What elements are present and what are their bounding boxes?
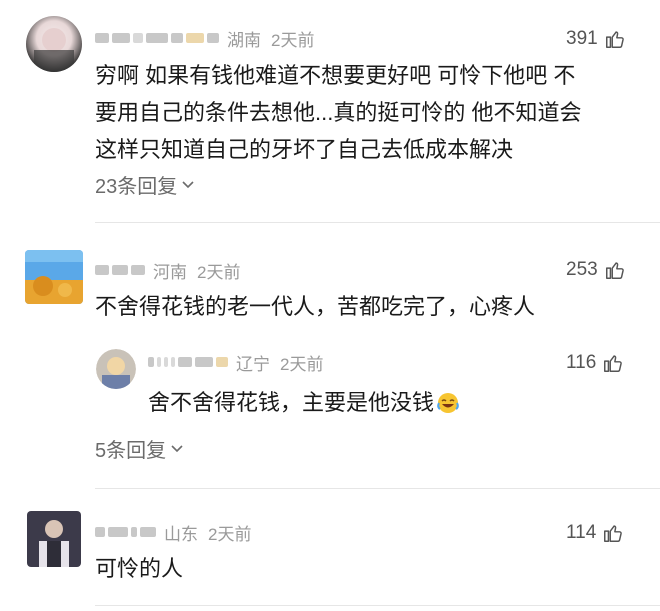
- timestamp: 2天前: [197, 262, 241, 282]
- replies-label: 23条回复: [95, 176, 178, 198]
- avatar-image: [34, 28, 74, 72]
- like-button[interactable]: 253: [566, 259, 626, 281]
- avatar-image: [96, 349, 136, 389]
- comment-meta: 河南 2天前: [95, 256, 240, 284]
- avatar[interactable]: [26, 16, 82, 72]
- like-button[interactable]: 114: [566, 522, 624, 544]
- like-count: 391: [566, 28, 598, 49]
- timestamp: 2天前: [271, 30, 315, 50]
- view-replies-button[interactable]: 5条回复: [95, 434, 184, 463]
- avatar-image: [27, 511, 81, 567]
- crying-laughing-emoji-icon: [436, 391, 460, 415]
- thumbs-up-icon: [604, 28, 626, 50]
- divider: [95, 488, 660, 489]
- comment-text: 可怜的人: [95, 556, 184, 581]
- location: 湖南: [227, 30, 261, 50]
- avatar[interactable]: [25, 250, 83, 304]
- comment-text: 穷啊 如果有钱他难道不想要更好吧 可怜下他吧 不 要用自己的条件去想他...真的…: [95, 57, 581, 168]
- chevron-down-icon: [181, 178, 195, 192]
- location: 山东: [164, 524, 198, 544]
- username-blurred[interactable]: [95, 33, 219, 43]
- comment-text: 不舍得花钱的老一代人，苦都吃完了，心疼人: [95, 294, 536, 319]
- divider: [95, 222, 660, 223]
- thumbs-up-icon: [604, 259, 626, 281]
- username-blurred[interactable]: [95, 265, 145, 275]
- reply-like-button[interactable]: 116: [566, 352, 624, 374]
- comment-text-line: 穷啊 如果有钱他难道不想要更好吧 可怜下他吧 不: [95, 63, 576, 88]
- like-count: 114: [566, 522, 597, 543]
- thumbs-up-icon: [602, 352, 624, 374]
- location: 辽宁: [236, 354, 270, 374]
- thumbs-up-icon: [602, 522, 624, 544]
- divider: [95, 605, 660, 606]
- replies-label: 5条回复: [95, 440, 167, 462]
- reply-text-content: 舍不舍得花钱，主要是他没钱: [148, 390, 435, 415]
- like-button[interactable]: 391: [566, 28, 626, 50]
- timestamp: 2天前: [280, 354, 324, 374]
- reply-avatar[interactable]: [96, 349, 136, 389]
- location: 河南: [153, 262, 187, 282]
- like-count: 116: [566, 352, 597, 373]
- reply-text: 舍不舍得花钱，主要是他没钱: [148, 384, 460, 421]
- timestamp: 2天前: [208, 524, 252, 544]
- comment-meta: 湖南 2天前: [95, 24, 314, 52]
- comment-text-line: 这样只知道自己的牙坏了自己去低成本解决: [95, 137, 514, 162]
- avatar[interactable]: [27, 511, 81, 567]
- username-blurred[interactable]: [148, 357, 228, 367]
- avatar-image: [25, 250, 83, 304]
- chevron-down-icon: [170, 442, 184, 456]
- comment-text-line: 要用自己的条件去想他...真的挺可怜的 他不知道会: [95, 100, 582, 125]
- comment-meta: 山东 2天前: [95, 518, 251, 546]
- like-count: 253: [566, 259, 598, 280]
- username-blurred[interactable]: [95, 527, 156, 537]
- reply-meta: 辽宁 2天前: [148, 348, 323, 376]
- view-replies-button[interactable]: 23条回复: [95, 170, 195, 199]
